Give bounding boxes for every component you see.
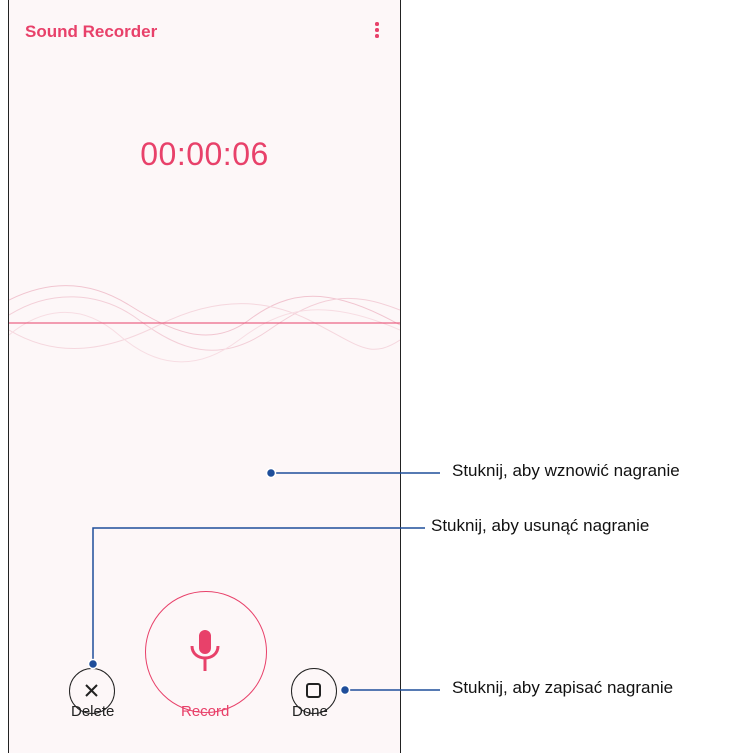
callout-done: Stuknij, aby zapisać nagranie	[452, 678, 674, 697]
microphone-icon	[190, 630, 220, 671]
record-button[interactable]	[145, 591, 267, 713]
app-title: Sound Recorder	[25, 22, 158, 41]
done-label: Done	[292, 703, 328, 720]
callout-record: Stuknij, aby wznowić nagranie	[452, 461, 680, 480]
callout-delete: Stuknij, aby usunąć nagranie	[431, 516, 650, 535]
recording-timer: 00:00:06	[140, 136, 269, 172]
delete-label: Delete	[71, 703, 115, 720]
waveform	[9, 285, 400, 363]
more-vertical-icon[interactable]	[373, 22, 381, 42]
phone-screen: Sound Recorder 00:00:06 Delete Record Do…	[8, 0, 401, 753]
record-label: Record	[181, 703, 230, 720]
